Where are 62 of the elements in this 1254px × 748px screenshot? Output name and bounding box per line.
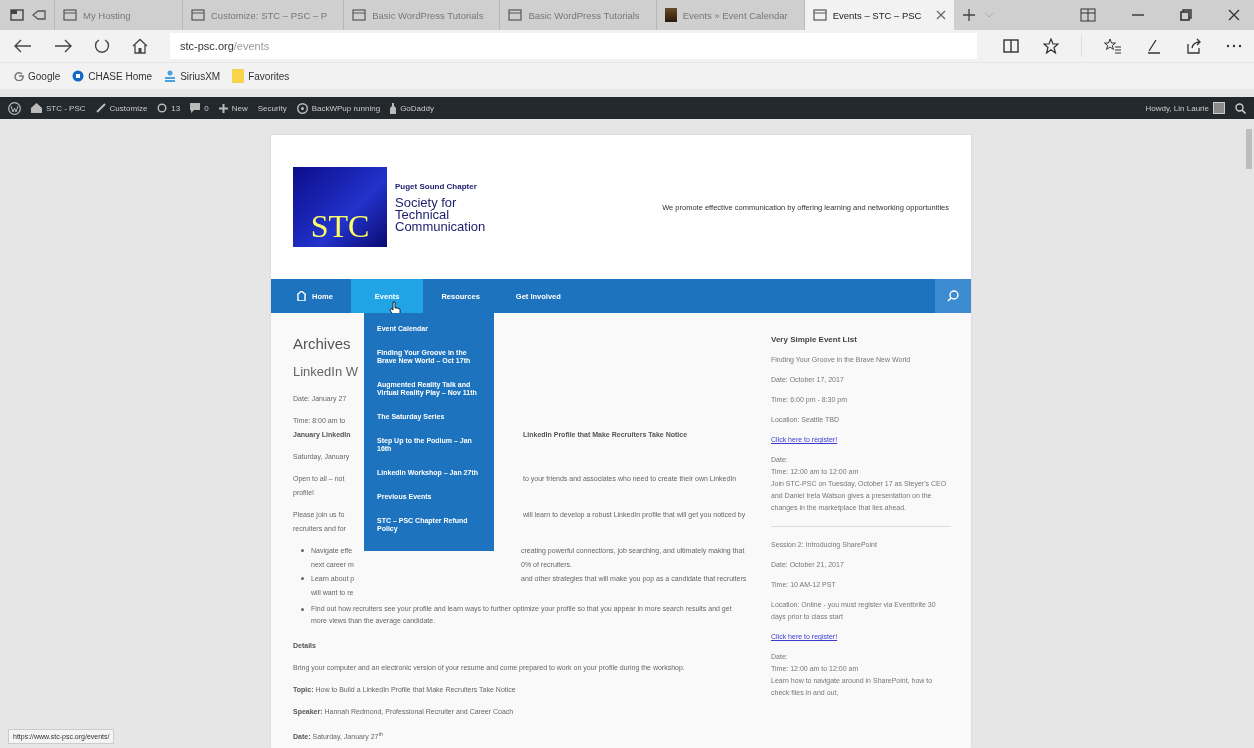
pen-icon[interactable] — [1146, 38, 1162, 54]
scrollbar-thumb[interactable] — [1246, 129, 1252, 169]
gauge-icon — [296, 102, 308, 114]
address-field[interactable]: stc-psc.org/events — [170, 33, 977, 59]
more-icon[interactable] — [1226, 44, 1242, 48]
page-icon — [191, 9, 205, 21]
plus-icon — [218, 103, 228, 113]
reading-view-icon[interactable] — [1003, 38, 1019, 54]
home-icon — [31, 103, 42, 113]
star-icon[interactable] — [1043, 38, 1059, 54]
octagon-logo-icon — [72, 70, 85, 82]
tab-preview-icon[interactable] — [32, 9, 46, 21]
bullet-icon — [301, 548, 304, 552]
post-title[interactable]: LinkedIn W — [293, 364, 749, 379]
restore-icon[interactable] — [1180, 9, 1192, 21]
back-arrow-icon[interactable] — [14, 39, 32, 53]
bullet-icon — [301, 576, 304, 580]
account-menu[interactable]: Howdy, Lin Laurie — [1145, 102, 1225, 114]
favorite-link[interactable]: Favorites — [232, 69, 290, 83]
close-icon[interactable] — [935, 10, 946, 20]
home-icon — [297, 291, 306, 301]
admin-menu-item[interactable]: 13 — [157, 103, 181, 113]
search-button[interactable] — [935, 279, 971, 313]
admin-menu-item[interactable]: 0 — [190, 103, 209, 113]
favorite-link[interactable]: Google — [14, 70, 61, 82]
admin-menu-item[interactable]: Security — [257, 103, 287, 113]
admin-menu-item[interactable]: Customize — [95, 103, 148, 113]
close-icon[interactable] — [1228, 9, 1240, 21]
admin-menu-item[interactable]: New — [218, 103, 248, 113]
search-icon — [947, 290, 959, 302]
tab-grid-icon[interactable] — [1080, 8, 1096, 22]
wordpress-logo-icon[interactable] — [8, 101, 21, 115]
person-icon — [164, 70, 177, 82]
thumbnail-icon — [664, 8, 677, 22]
bottle-icon — [390, 102, 397, 114]
home-icon[interactable] — [132, 38, 148, 54]
forward-arrow-icon[interactable] — [54, 39, 72, 53]
folder-icon — [232, 69, 245, 83]
share-icon[interactable] — [1186, 38, 1202, 54]
page-icon — [508, 9, 523, 21]
site-name[interactable]: Society for Technical Communication — [395, 196, 595, 233]
admin-menu-item[interactable]: BackWPup running — [296, 102, 381, 114]
page-icon — [63, 9, 77, 21]
page-icon — [352, 9, 367, 21]
avatar-icon — [1213, 102, 1225, 114]
widget-title: Very Simple Event List — [771, 335, 858, 344]
comment-icon — [190, 103, 201, 113]
admin-menu-item[interactable]: STC - PSC — [31, 103, 86, 113]
admin-menu-item[interactable]: GoDaddy — [390, 102, 434, 114]
chapter-name: Puget Sound Chapter — [395, 181, 478, 191]
favorite-link[interactable]: SiriusXM — [164, 70, 221, 82]
page-icon — [812, 9, 827, 21]
favorite-link[interactable]: CHASE Home — [72, 70, 153, 82]
page-heading: Archives — [293, 335, 352, 352]
favorites-list-icon[interactable] — [1104, 38, 1122, 54]
new-tab-icon[interactable] — [961, 8, 976, 22]
g-logo-icon — [14, 71, 24, 81]
stc-logo[interactable]: STC — [293, 167, 387, 247]
browser-tab[interactable]: Events – STC – PSC — [803, 0, 954, 30]
search-icon[interactable] — [1235, 102, 1246, 114]
bullet-icon — [301, 608, 304, 611]
tabs-aside-icon[interactable] — [10, 9, 24, 21]
